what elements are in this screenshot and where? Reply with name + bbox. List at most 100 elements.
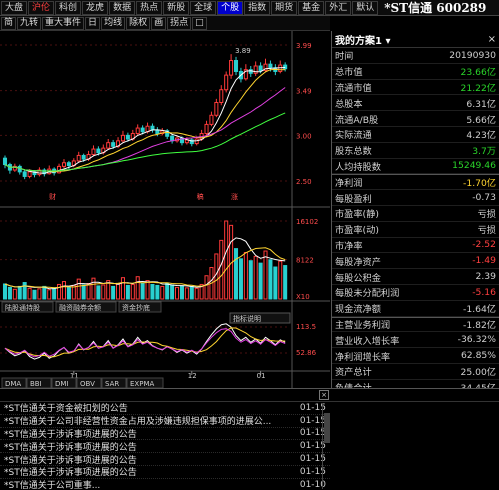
news-title[interactable]: *ST信通关于公司重事... [0,478,296,490]
metric-label: 时间 [335,51,354,63]
tab-11[interactable]: 基金 [298,0,325,15]
close-icon[interactable]: × [319,390,329,400]
volume-bar [243,251,248,300]
candle-body [120,134,125,142]
volume-bar [140,282,145,300]
volume-bar [42,285,47,300]
metric-row[interactable]: 市净率 -2.52 [332,238,499,254]
tab-7[interactable]: 全球 [190,0,217,15]
metric-row[interactable]: 总市值 23.66亿 [332,64,499,80]
metric-value: 21.22亿 [460,82,497,94]
tab-4[interactable]: 数据 [109,0,136,15]
tab-5[interactable]: 热点 [136,0,163,15]
candle-body [194,138,199,145]
chart-button-5[interactable]: 除权 [126,16,151,30]
tab-10[interactable]: 期货 [271,0,298,15]
news-panel: × *ST信通关于资金被扣划的公告 01-15 *ST信通关于公司非经营性资金占用及… [0,388,499,490]
candle-body [150,125,155,131]
news-item[interactable]: *ST信通关于公司重事... 01-10 [0,479,330,490]
metric-row[interactable]: 现金流净额 -1.64亿 [332,301,499,317]
metric-value: 3.7万 [472,146,496,158]
tab-6[interactable]: 新股 [163,0,190,15]
indicator-help-label: 指标说明 [233,314,261,323]
metric-row[interactable]: 股东总数 3.7万 [332,143,499,159]
volume-bar [214,253,219,300]
news-item[interactable]: *ST信通关于涉诉事项进展的公告 01-15 [0,428,330,441]
metric-row[interactable]: 市盈率(静) 亏损 [332,206,499,222]
metric-label: 每股盈利 [335,193,372,205]
tab-12[interactable]: 外汇 [325,0,352,15]
metric-row[interactable]: 净利润增长率 62.85% [332,348,499,364]
chart-button-6[interactable]: 画 [151,16,167,30]
metric-row[interactable]: 流通市值 21.22亿 [332,80,499,96]
metric-row[interactable]: 实际流通 4.23亿 [332,127,499,143]
news-title[interactable]: *ST信通关于涉诉事项进展的公告 [0,465,296,478]
volume-bar [233,248,239,300]
metric-label: 总股本 [335,98,363,110]
metric-row[interactable]: 每股净资产 -1.49 [332,253,499,270]
volume-bar [130,283,135,300]
volume-bar [111,285,116,300]
close-icon[interactable]: × [488,34,496,45]
news-item[interactable]: *ST信通关于资金被扣划的公告 01-15 [0,402,330,415]
metric-value: 亏损 [477,209,496,221]
metric-row[interactable]: 资产总计 25.00亿 [332,364,499,380]
news-title[interactable]: *ST信通关于资金被扣划的公告 [0,401,296,414]
candle-body [91,148,96,156]
metric-label: 资产总计 [335,367,372,379]
candle-body [106,142,111,149]
metric-row[interactable]: 总股本 6.31亿 [332,95,499,112]
candle-body [268,63,273,69]
chart-button-2[interactable]: 重大事件 [42,16,85,30]
metric-row[interactable]: 每股未分配利润 -5.16 [332,285,499,301]
candle-body [81,154,86,160]
plan-selector[interactable]: 我的方案1 ▾ [335,32,390,47]
tab-1[interactable]: 沪伦 [28,0,55,15]
news-item[interactable]: *ST信通关于涉诉事项进展的公告 01-15 [0,440,330,454]
chart-button-8[interactable]: □ [192,16,207,30]
indicator-tick: 113.5 [296,323,316,331]
metric-row[interactable]: 市盈率(动) 亏损 [332,222,499,238]
chart-button-4[interactable]: 均线 [101,16,126,30]
news-title[interactable]: *ST信通关于涉诉事项进展的公告 [0,453,296,466]
tab-13[interactable]: 默认 [352,0,379,15]
chart-button-0[interactable]: 简 [1,16,17,30]
metric-value: -5.16 [472,286,496,298]
candle-body [204,123,209,135]
chart-button-1[interactable]: 九转 [17,16,42,30]
metric-row[interactable]: 主营业务利润 -1.82亿 [332,316,499,333]
metric-value: 20190930 [449,49,496,61]
news-scrollbar[interactable] [322,403,330,489]
tab-3[interactable]: 龙虎 [82,0,109,15]
candle-body [214,102,219,116]
metric-row[interactable]: 每股盈利 -0.73 [332,190,499,206]
news-title[interactable]: *ST信通关于公司非经营性资金占用及涉嫌违规担保事项的进展公... [0,414,296,427]
metric-row[interactable]: 净利润 -1.70亿 [332,174,499,191]
scroll-thumb[interactable] [324,413,330,443]
news-title[interactable]: *ST信通关于涉诉事项进展的公告 [0,440,296,453]
metric-row[interactable]: 时间 20190930 [332,48,499,64]
metric-value: -2.52 [472,239,496,251]
news-title[interactable]: *ST信通关于涉诉事项进展的公告 [0,427,296,440]
tab-2[interactable]: 科创 [55,0,82,15]
metric-row[interactable]: 营业收入增长率 -36.32% [332,332,499,349]
metric-row[interactable]: 人均持股数 15249.46 [332,159,499,175]
metric-label: 股东总数 [335,146,372,158]
tab-9[interactable]: 指数 [244,0,271,15]
volume-tick: X10 [296,293,310,301]
metric-label: 市盈率(静) [335,209,379,221]
metric-row[interactable]: 每股公积金 2.39 [332,269,499,285]
tab-0[interactable]: 大盘 [1,0,28,15]
kline-chart[interactable]: 3.99 3.49 3.00 2.50 3.89 财 稿 涨 16102 8122 X10 陆股通持股… [0,31,330,388]
tab-8[interactable]: 个股 [217,0,244,15]
event-marker-label: 财 [49,192,56,201]
candle-body [27,171,32,177]
news-item[interactable]: *ST信通关于公司非经营性资金占用及涉嫌违规担保事项的进展公... 01-15 [0,415,330,428]
chart-button-7[interactable]: 拐点 [167,16,192,30]
metric-row[interactable]: 流通A/B股 5.66亿 [332,111,499,127]
news-item[interactable]: *ST信通关于涉诉事项进展的公告 01-15 [0,466,330,479]
chart-button-3[interactable]: 日 [85,16,101,30]
news-item[interactable]: *ST信通关于涉诉事项进展的公告 01-15 [0,453,330,466]
metric-label: 流通A/B股 [335,114,379,126]
metric-label: 营业收入增长率 [335,335,400,347]
